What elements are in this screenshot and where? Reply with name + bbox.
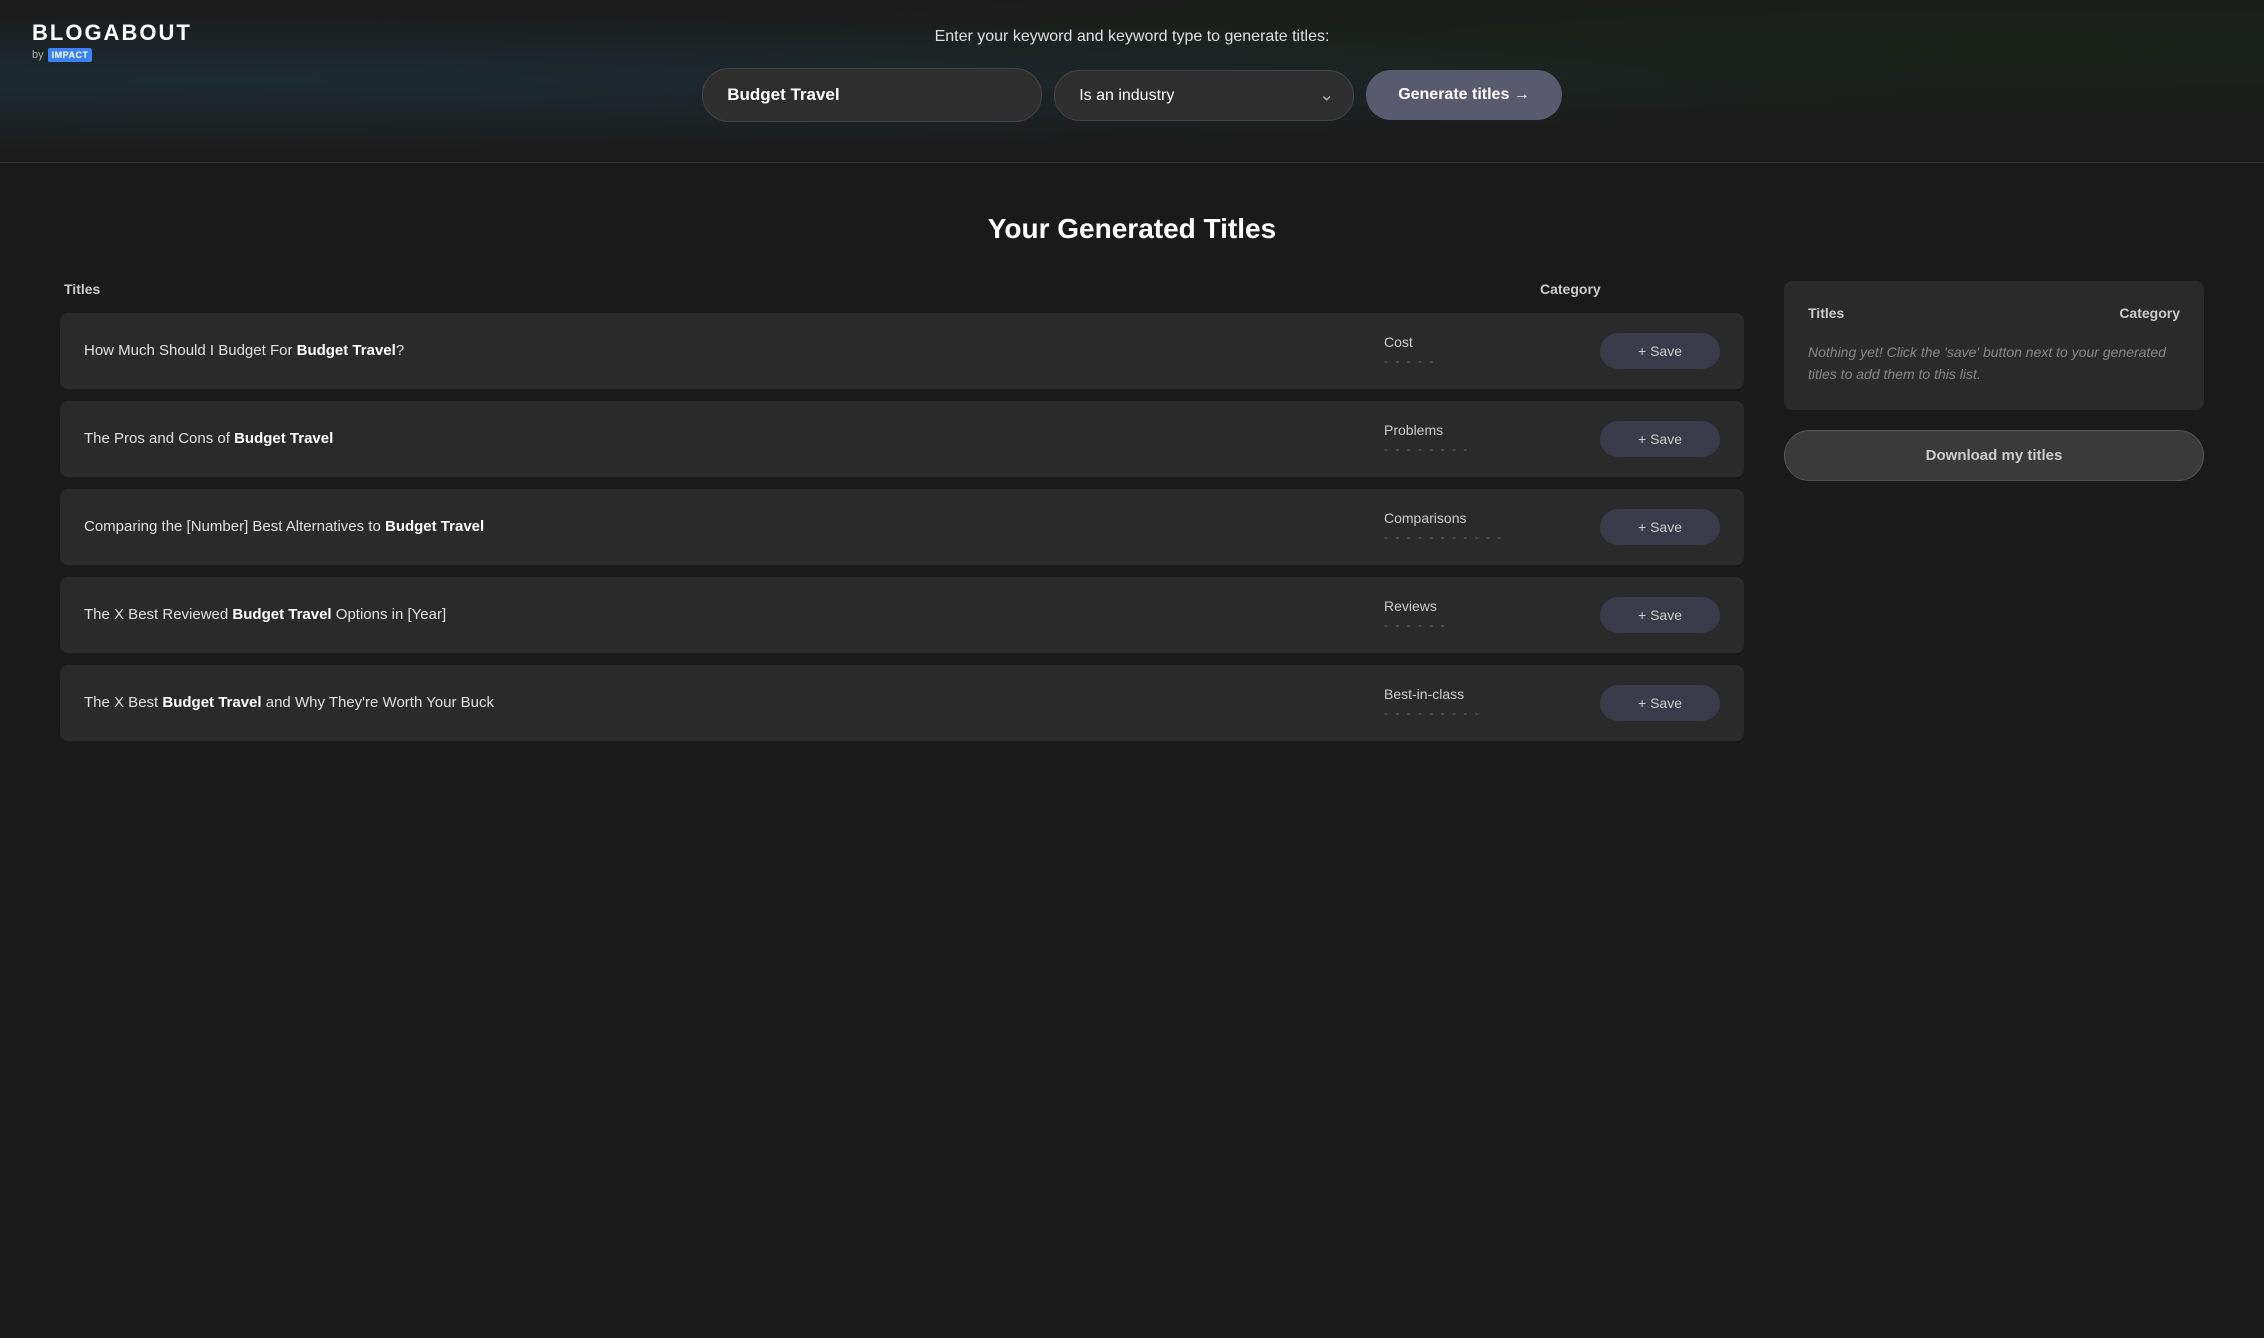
title-text-bold: Budget Travel — [297, 342, 396, 359]
category-column-header: Category — [1540, 281, 1740, 297]
category-cell: Comparisons - - - - - - - - - - - — [1384, 510, 1584, 544]
category-label: Problems — [1384, 422, 1584, 438]
title-text-bold: Budget Travel — [385, 518, 484, 535]
save-button[interactable]: + Save — [1600, 333, 1720, 369]
save-button[interactable]: + Save — [1600, 685, 1720, 721]
section-title: Your Generated Titles — [60, 213, 2204, 245]
category-cell: Cost - - - - - — [1384, 334, 1584, 368]
category-label: Best-in-class — [1384, 686, 1584, 702]
saved-card: Titles Category Nothing yet! Click the '… — [1784, 281, 2204, 410]
input-row: Is an industry Is a product Is a service… — [702, 68, 1562, 122]
category-dots: - - - - - - - - - — [1384, 706, 1584, 720]
title-text-before: The X Best — [84, 694, 162, 711]
category-cell: Best-in-class - - - - - - - - - — [1384, 686, 1584, 720]
title-text-before: Comparing the [Number] Best Alternatives… — [84, 518, 385, 535]
category-cell: Problems - - - - - - - - — [1384, 422, 1584, 456]
title-text-before: The X Best Reviewed — [84, 606, 232, 623]
title-card: The X Best Reviewed Budget Travel Option… — [60, 577, 1744, 653]
title-text-after: Options in [Year] — [332, 606, 447, 623]
title-card: The Pros and Cons of Budget Travel Probl… — [60, 401, 1744, 477]
title-text: How Much Should I Budget For Budget Trav… — [84, 340, 1368, 363]
panel-headers: Titles Category — [60, 281, 1744, 297]
saved-titles-header: Titles — [1808, 305, 1844, 321]
category-label: Comparisons — [1384, 510, 1584, 526]
title-text-bold: Budget Travel — [162, 694, 261, 711]
title-text: The X Best Reviewed Budget Travel Option… — [84, 604, 1368, 627]
title-text: The Pros and Cons of Budget Travel — [84, 428, 1368, 451]
category-cell: Reviews - - - - - - — [1384, 598, 1584, 632]
title-text-bold: Budget Travel — [234, 430, 333, 447]
download-titles-button[interactable]: Download my titles — [1784, 430, 2204, 481]
saved-panel: Titles Category Nothing yet! Click the '… — [1784, 281, 2204, 481]
title-text-before: The Pros and Cons of — [84, 430, 234, 447]
content-layout: Titles Category How Much Should I Budget… — [60, 281, 2204, 753]
save-button[interactable]: + Save — [1600, 421, 1720, 457]
keyword-type-select[interactable]: Is an industry Is a product Is a service… — [1054, 70, 1354, 121]
title-text-bold: Budget Travel — [232, 606, 331, 623]
titles-column-header: Titles — [64, 281, 1540, 297]
titles-panel: Titles Category How Much Should I Budget… — [60, 281, 1744, 753]
title-card: The X Best Budget Travel and Why They're… — [60, 665, 1744, 741]
category-dots: - - - - - - - - - - - — [1384, 530, 1584, 544]
category-dots: - - - - - - - - — [1384, 442, 1584, 456]
title-text: Comparing the [Number] Best Alternatives… — [84, 516, 1368, 539]
save-button[interactable]: + Save — [1600, 509, 1720, 545]
header-section: BLOGABOUT by IMPACT Enter your keyword a… — [0, 0, 2264, 162]
header-content: Enter your keyword and keyword type to g… — [0, 28, 2264, 122]
category-dots: - - - - - - — [1384, 618, 1584, 632]
category-label: Reviews — [1384, 598, 1584, 614]
header-subtitle: Enter your keyword and keyword type to g… — [935, 28, 1330, 46]
saved-headers: Titles Category — [1808, 305, 2180, 321]
title-text-after: and Why They're Worth Your Buck — [262, 694, 494, 711]
title-text-after: ? — [396, 342, 404, 359]
main-section: Your Generated Titles Titles Category Ho… — [0, 163, 2264, 1100]
title-text: The X Best Budget Travel and Why They're… — [84, 692, 1368, 715]
title-card: How Much Should I Budget For Budget Trav… — [60, 313, 1744, 389]
category-label: Cost — [1384, 334, 1584, 350]
save-button[interactable]: + Save — [1600, 597, 1720, 633]
title-card: Comparing the [Number] Best Alternatives… — [60, 489, 1744, 565]
title-text-before: How Much Should I Budget For — [84, 342, 297, 359]
category-dots: - - - - - — [1384, 354, 1584, 368]
keyword-type-wrapper: Is an industry Is a product Is a service… — [1054, 70, 1354, 121]
saved-category-header: Category — [2119, 305, 2180, 321]
generate-titles-button[interactable]: Generate titles → — [1366, 70, 1562, 120]
saved-empty-text: Nothing yet! Click the 'save' button nex… — [1808, 341, 2180, 386]
keyword-input[interactable] — [702, 68, 1042, 122]
